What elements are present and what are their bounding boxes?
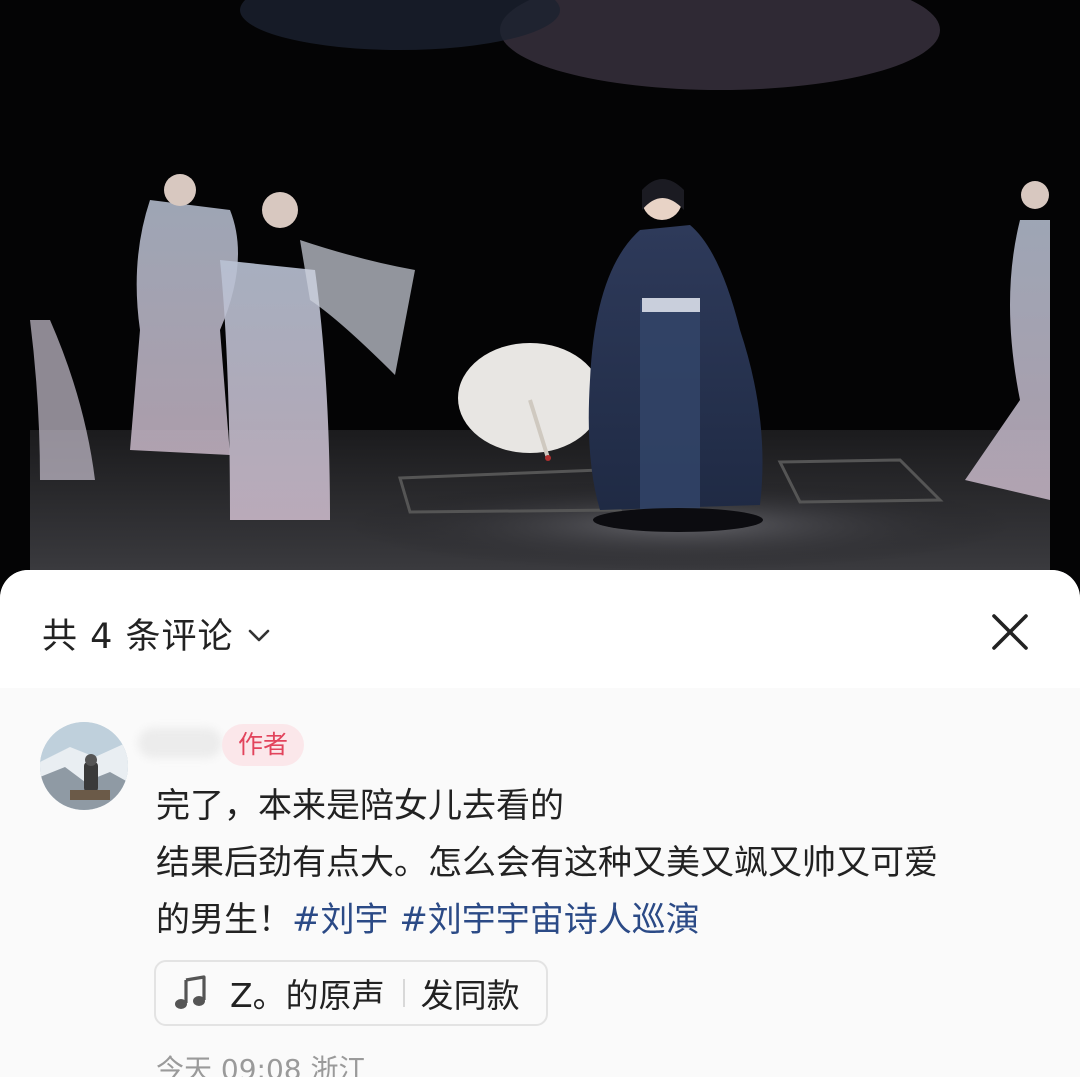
chip-divider: [402, 979, 405, 1007]
video-player[interactable]: [0, 0, 1080, 600]
chevron-down-icon: [248, 629, 269, 641]
comment-line-1: 完了，本来是陪女儿去看的: [156, 786, 564, 826]
video-frame-image: [0, 0, 1080, 600]
hashtag-link[interactable]: #刘宇宇宙诗人巡演: [399, 900, 700, 940]
comments-sheet: 共 4 条评论 作者 完了，本来是陪女儿去看的 结果后劲有点大。怎么会有这种又美…: [0, 570, 1080, 1077]
comment-count-toggle[interactable]: 共 4 条评论: [42, 608, 270, 659]
avatar[interactable]: [40, 722, 128, 810]
comment-item: 作者 完了，本来是陪女儿去看的 结果后劲有点大。怎么会有这种又美又飒又帅又可爱 …: [0, 688, 1080, 1077]
avatar-image: [40, 722, 128, 810]
music-note-icon: [175, 975, 206, 1009]
close-icon[interactable]: [986, 608, 1034, 656]
username-blurred: [138, 728, 222, 758]
comment-line-3-text: 的男生！: [156, 900, 292, 940]
hashtag-link[interactable]: #刘宇: [292, 900, 389, 940]
comment-line-2: 结果后劲有点大。怎么会有这种又美又飒又帅又可爱: [156, 843, 938, 883]
comment-text: 完了，本来是陪女儿去看的 结果后劲有点大。怎么会有这种又美又飒又帅又可爱 的男生…: [156, 778, 1046, 949]
comment-line-3: 的男生！#刘宇 #刘宇宇宙诗人巡演: [156, 892, 1046, 949]
author-badge: 作者: [222, 724, 305, 766]
comment-meta: 今天 09:08 浙江: [156, 1053, 367, 1077]
original-sound-chip[interactable]: Z。的原声 发同款: [154, 960, 548, 1026]
comments-header: 共 4 条评论: [0, 570, 1080, 688]
comment-count-label: 共 4 条评论: [42, 617, 234, 657]
use-sound-button[interactable]: 发同款: [421, 969, 520, 1017]
sound-name: Z。的原声: [230, 976, 385, 1015]
